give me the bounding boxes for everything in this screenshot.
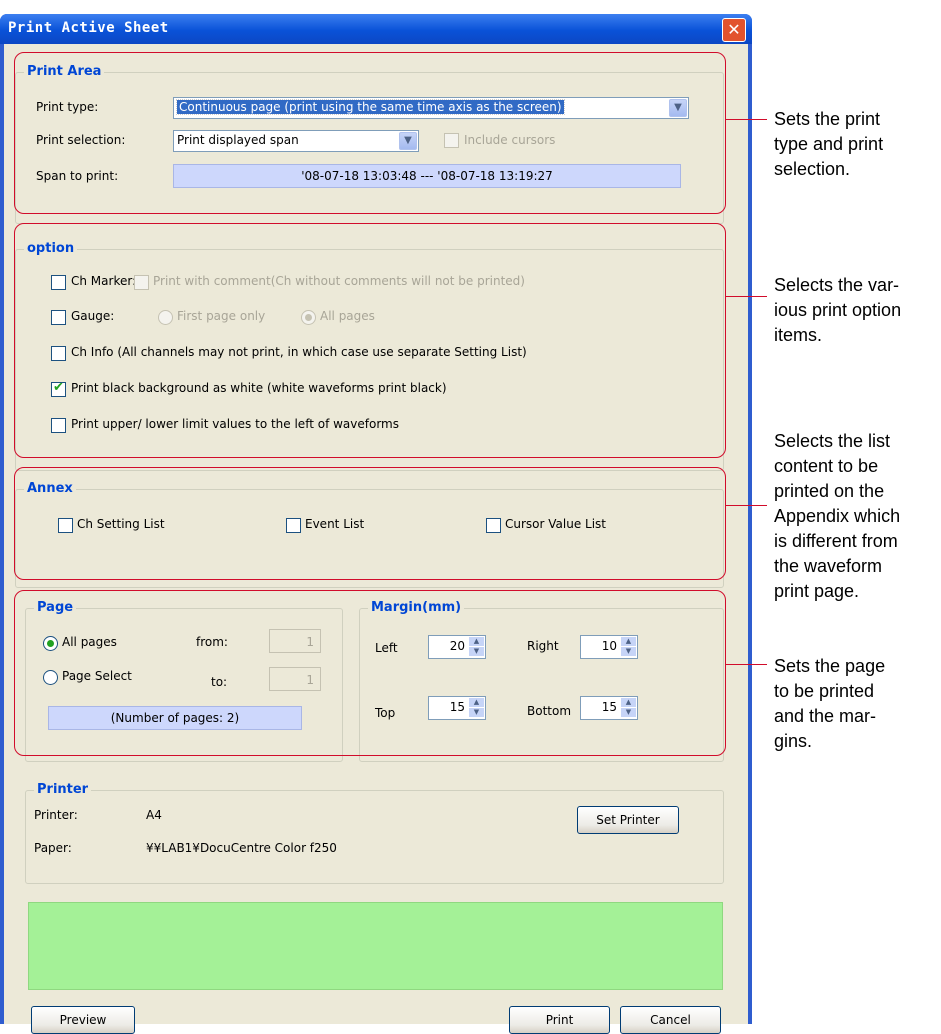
callout-annex xyxy=(14,467,726,580)
set-printer-button[interactable]: Set Printer xyxy=(577,806,679,834)
annotation-options: Selects the var- ious print option items… xyxy=(774,273,901,348)
annotation-page: Sets the page to be printed and the mar-… xyxy=(774,654,885,754)
annotation-line: Sets the print xyxy=(774,109,881,129)
callout-line-print-area xyxy=(725,119,767,120)
callout-line-option xyxy=(725,296,767,297)
annotation-line: selection. xyxy=(774,159,851,179)
annotation-line: Sets the page xyxy=(774,656,886,676)
annotation-line: items. xyxy=(774,325,823,345)
callout-page xyxy=(14,590,726,756)
title-bar[interactable]: Print Active Sheet ✕ xyxy=(0,14,752,44)
status-area xyxy=(28,902,723,990)
printer-value: A4 xyxy=(146,808,162,822)
close-icon: ✕ xyxy=(727,20,741,39)
close-button[interactable]: ✕ xyxy=(722,18,746,42)
annotation-line: Appendix which xyxy=(774,506,901,526)
callout-print-area xyxy=(14,52,726,214)
paper-value: ¥¥LAB1¥DocuCentre Color f250 xyxy=(146,841,337,855)
print-button[interactable]: Print xyxy=(509,1006,610,1034)
annotation-annex: Selects the list content to be printed o… xyxy=(774,429,900,604)
annotation-line: the waveform xyxy=(774,556,883,576)
callout-option xyxy=(14,223,726,458)
annotation-line: Selects the var- xyxy=(774,275,900,295)
printer-legend: Printer xyxy=(34,782,92,797)
annotation-print-type: Sets the print type and print selection. xyxy=(774,107,883,182)
annotation-line: print page. xyxy=(774,581,860,601)
annotation-line: content to be xyxy=(774,456,879,476)
callout-line-annex xyxy=(725,505,767,506)
annotation-line: printed on the xyxy=(774,481,885,501)
annotation-line: is different from xyxy=(774,531,898,551)
annotation-line: ious print option xyxy=(774,300,902,320)
annotation-line: and the mar- xyxy=(774,706,877,726)
callout-line-page xyxy=(725,664,767,665)
printer-label: Printer: xyxy=(34,808,78,822)
paper-label: Paper: xyxy=(34,841,72,855)
preview-button[interactable]: Preview xyxy=(31,1006,135,1034)
cancel-button[interactable]: Cancel xyxy=(620,1006,721,1034)
annotation-line: gins. xyxy=(774,731,813,751)
printer-group: Printer Printer: A4 Paper: ¥¥LAB1¥DocuCe… xyxy=(25,782,724,884)
annotation-line: to be printed xyxy=(774,681,875,701)
annotation-line: type and print xyxy=(774,134,884,154)
annotation-line: Selects the list xyxy=(774,431,891,451)
dialog-title: Print Active Sheet xyxy=(8,20,169,36)
